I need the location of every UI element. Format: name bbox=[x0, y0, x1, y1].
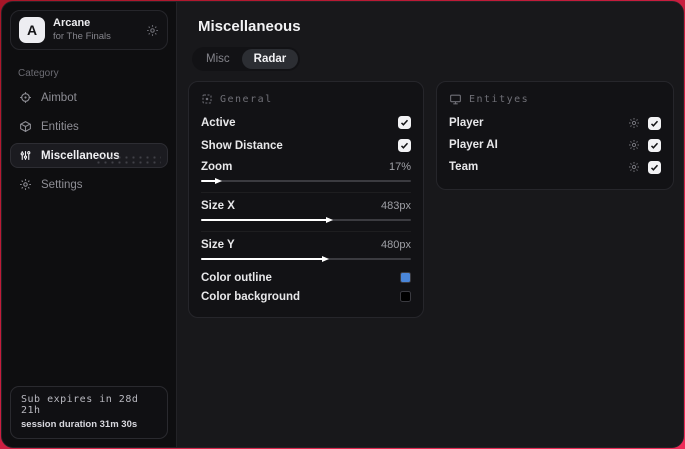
slider-label: Zoom bbox=[201, 161, 233, 173]
entity-row-team: Team bbox=[449, 156, 661, 178]
slider-label: Size Y bbox=[201, 239, 235, 251]
checkmark-icon bbox=[400, 142, 409, 149]
sidebar-item-aimbot[interactable]: Aimbot bbox=[10, 85, 168, 110]
slider-track bbox=[201, 180, 411, 182]
gear-icon[interactable] bbox=[628, 117, 640, 129]
sidebar-item-entities[interactable]: Entities bbox=[10, 114, 168, 139]
brand-text: Arcane for The Finals bbox=[53, 17, 138, 43]
tab-radar[interactable]: Radar bbox=[241, 49, 299, 69]
entities-panel-header: Entityes bbox=[449, 90, 661, 112]
show-distance-checkbox[interactable] bbox=[398, 139, 411, 152]
divider bbox=[201, 231, 411, 232]
slider-label: Size X bbox=[201, 200, 235, 212]
crosshair-icon bbox=[19, 91, 32, 104]
sidebar: A Arcane for The Finals Category Aimbot … bbox=[2, 2, 177, 447]
gear-icon[interactable] bbox=[628, 139, 640, 151]
color-outline-row: Color outline bbox=[201, 268, 411, 287]
entity-label: Player bbox=[449, 117, 484, 129]
color-label: Color outline bbox=[201, 271, 272, 284]
checkmark-icon bbox=[650, 120, 659, 127]
gear-icon[interactable] bbox=[146, 24, 159, 37]
monitor-icon bbox=[449, 93, 462, 106]
color-outline-swatch[interactable] bbox=[400, 272, 411, 283]
checkmark-icon bbox=[650, 164, 659, 171]
entity-label: Player AI bbox=[449, 139, 498, 151]
page-title: Miscellaneous bbox=[198, 18, 301, 35]
brand-name: Arcane bbox=[53, 17, 91, 30]
zoom-slider-group: Zoom 17% bbox=[201, 157, 411, 190]
sidebar-item-label: Settings bbox=[41, 178, 83, 191]
main-content: Miscellaneous Misc Radar General Active … bbox=[177, 2, 683, 447]
toggle-label: Show Distance bbox=[201, 139, 283, 152]
sidebar-item-label: Entities bbox=[41, 120, 79, 133]
slider-thumb[interactable] bbox=[201, 255, 329, 262]
sidebar-item-settings[interactable]: Settings bbox=[10, 172, 168, 197]
color-background-swatch[interactable] bbox=[400, 291, 411, 302]
toggle-row-show-distance: Show Distance bbox=[201, 134, 411, 157]
active-checkbox[interactable] bbox=[398, 116, 411, 129]
slider-value: 17% bbox=[388, 161, 411, 173]
category-label: Category bbox=[18, 68, 59, 79]
slider-thumb[interactable] bbox=[201, 216, 333, 223]
entities-panel: Entityes Player Player AI Team bbox=[436, 81, 674, 190]
size-x-slider-group: Size X 483px bbox=[201, 196, 411, 229]
app-window: A Arcane for The Finals Category Aimbot … bbox=[1, 1, 684, 448]
size-y-slider-group: Size Y 480px bbox=[201, 235, 411, 268]
zoom-slider[interactable] bbox=[201, 176, 411, 186]
grid-icon bbox=[201, 93, 213, 105]
entity-row-player-ai: Player AI bbox=[449, 134, 661, 156]
brand-subtitle: for The Finals bbox=[53, 30, 111, 42]
slider-thumb[interactable] bbox=[201, 177, 222, 184]
general-panel-header: General bbox=[201, 90, 411, 111]
entity-row-player: Player bbox=[449, 112, 661, 134]
checkmark-icon bbox=[400, 119, 409, 126]
toggle-row-active: Active bbox=[201, 111, 411, 134]
entity-label: Team bbox=[449, 161, 479, 173]
gear-icon[interactable] bbox=[628, 161, 640, 173]
size-x-slider[interactable] bbox=[201, 215, 411, 225]
sliders-icon bbox=[19, 149, 32, 162]
sidebar-item-miscellaneous[interactable]: Miscellaneous bbox=[10, 143, 168, 168]
tab-misc[interactable]: Misc bbox=[194, 49, 242, 69]
sidebar-nav: Aimbot Entities Miscellaneous Settings bbox=[2, 85, 176, 197]
selected-item-dots-decoration bbox=[95, 155, 161, 164]
checkmark-icon bbox=[650, 142, 659, 149]
player-checkbox[interactable] bbox=[648, 116, 661, 130]
slider-value: 480px bbox=[381, 239, 411, 251]
slider-value: 483px bbox=[381, 200, 411, 212]
tab-bar: Misc Radar bbox=[192, 47, 301, 71]
general-panel: General Active Show Distance Zoom 17% Si… bbox=[188, 81, 424, 318]
gear-icon bbox=[19, 178, 32, 191]
toggle-label: Active bbox=[201, 116, 236, 129]
player-ai-checkbox[interactable] bbox=[648, 138, 661, 152]
team-checkbox[interactable] bbox=[648, 160, 661, 174]
brand-logo: A bbox=[19, 17, 45, 43]
sidebar-item-label: Aimbot bbox=[41, 91, 77, 104]
subscription-expiry: Sub expires in 28d 21h bbox=[21, 394, 139, 416]
color-background-row: Color background bbox=[201, 287, 411, 306]
cube-icon bbox=[19, 120, 32, 133]
color-label: Color background bbox=[201, 290, 301, 303]
divider bbox=[201, 192, 411, 193]
subscription-card: Sub expires in 28d 21h session duration … bbox=[10, 386, 168, 439]
brand-card: A Arcane for The Finals bbox=[10, 10, 168, 50]
size-y-slider[interactable] bbox=[201, 254, 411, 264]
session-duration: session duration 31m 30s bbox=[21, 419, 138, 430]
panels-row: General Active Show Distance Zoom 17% Si… bbox=[177, 71, 683, 318]
entities-panel-title: Entityes bbox=[469, 94, 530, 105]
general-panel-title: General bbox=[220, 93, 273, 105]
